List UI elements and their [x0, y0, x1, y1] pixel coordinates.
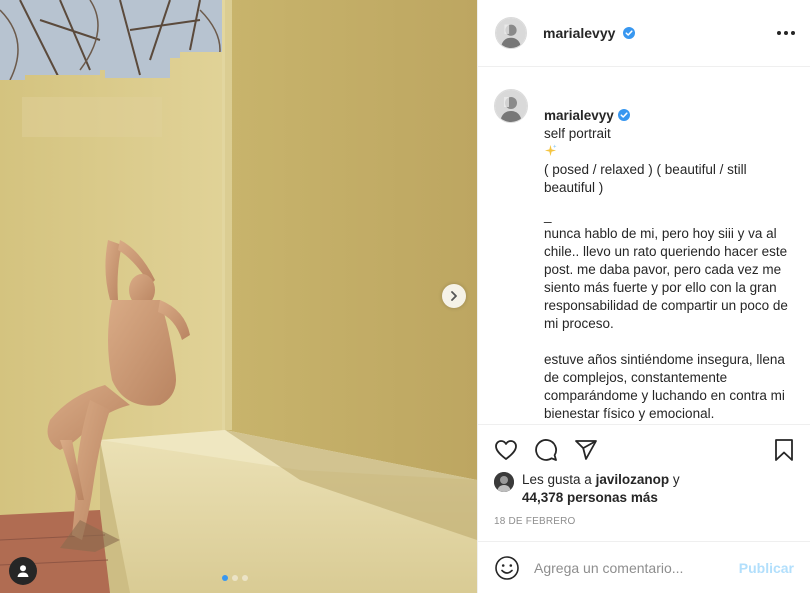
chevron-right-icon: [451, 291, 457, 301]
likes-conjunction: y: [672, 472, 680, 487]
action-icons: [494, 435, 794, 465]
post-photo: [0, 0, 477, 593]
instagram-post: marialevyy marialevyy self portrait (po…: [0, 0, 810, 593]
likes-summary: Les gusta a javilozanop y 44,378 persona…: [494, 471, 794, 507]
caption-username[interactable]: marialevyy: [544, 108, 614, 123]
next-slide-button[interactable]: [442, 284, 466, 308]
more-options-icon[interactable]: [777, 31, 795, 35]
liker-username[interactable]: javilozanop: [596, 472, 670, 487]
carousel-dot: [232, 575, 238, 581]
carousel-indicator: [222, 575, 248, 581]
likes-text: Les gusta a javilozanop y 44,378 persona…: [522, 471, 680, 507]
verified-badge-icon: [623, 27, 636, 39]
emoji-button[interactable]: [494, 555, 520, 581]
like-button[interactable]: [494, 438, 518, 462]
comment-icon: [535, 439, 557, 461]
post-date[interactable]: 18 DE FEBRERO: [494, 516, 794, 527]
bookmark-icon: [775, 439, 793, 461]
verified-badge-icon: [617, 109, 630, 121]
share-button[interactable]: [574, 438, 598, 462]
liker-avatar[interactable]: [494, 472, 514, 492]
username-text[interactable]: marialevyy: [543, 25, 615, 41]
caption-paragraph: nunca hablo de mi, pero hoy siii y va al…: [544, 226, 788, 331]
carousel-dot-active: [222, 575, 228, 581]
avatar-image: [495, 90, 527, 122]
emoji-icon: [495, 555, 519, 580]
avatar-image: [494, 472, 514, 492]
caption-subtitle: ( posed / relaxed ) ( beautiful / still …: [544, 162, 747, 195]
comment-button[interactable]: [534, 438, 558, 462]
add-comment-bar: Publicar: [478, 541, 810, 593]
header-username[interactable]: marialevyy: [543, 25, 636, 41]
caption-title: self portrait: [544, 126, 611, 141]
heart-icon: [495, 440, 517, 460]
post-media[interactable]: [0, 0, 477, 593]
post-sidebar: marialevyy marialevyy self portrait (po…: [477, 0, 810, 593]
save-button[interactable]: [772, 438, 796, 462]
sparkles-icon: [544, 144, 557, 157]
user-tag-icon: [17, 565, 29, 577]
avatar[interactable]: [495, 17, 527, 49]
caption-paragraph: estuve años sintiéndome insegura, llena …: [544, 352, 785, 421]
likes-prefix: Les gusta a: [522, 472, 592, 487]
publish-button[interactable]: Publicar: [739, 560, 794, 576]
user-tags-button[interactable]: [9, 557, 37, 585]
caption-text: marialevyy self portrait ( posed / relax…: [544, 89, 792, 424]
post-actions: Les gusta a javilozanop y 44,378 persona…: [478, 424, 810, 527]
likes-count[interactable]: 44,378 personas más: [522, 490, 658, 505]
carousel-dot: [242, 575, 248, 581]
caption-dash: _: [544, 208, 552, 223]
share-icon: [575, 440, 597, 460]
caption: marialevyy self portrait ( posed / relax…: [494, 89, 794, 424]
comments-section: marialevyy self portrait ( posed / relax…: [478, 67, 810, 424]
avatar-image: [496, 18, 526, 48]
caption-avatar[interactable]: [494, 89, 528, 123]
comment-input[interactable]: [534, 559, 739, 576]
post-header: marialevyy: [478, 0, 810, 67]
